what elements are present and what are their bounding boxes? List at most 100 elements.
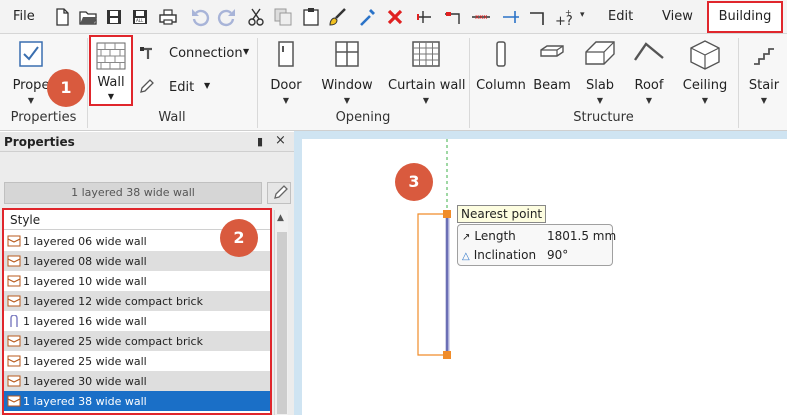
length-value[interactable]: 1801.5 mm [547,229,616,243]
stair-button-label: Stair [748,78,780,93]
undo-icon[interactable] [190,7,210,27]
chevron-down-icon: ▼ [243,47,250,56]
wall-style-icon [7,235,21,247]
style-column-label: Style [10,213,41,227]
style-list-item-label: 1 layered 38 wide wall [23,395,147,408]
snap-icon-2[interactable] [443,7,463,27]
snap-help-icon[interactable]: +? + [553,7,573,27]
beam-button-label: Beam [533,78,571,93]
length-arrow-icon: ↗ [462,232,471,243]
brush-icon[interactable] [328,7,348,27]
print-icon[interactable] [158,7,178,27]
properties-button[interactable]: Prope ▼ [8,38,54,108]
style-list-scrollbar[interactable]: ▲ [274,210,288,415]
inclination-label: Inclination [473,248,537,262]
style-list-item[interactable]: 1 layered 30 wide wall [4,371,270,391]
ceiling-button[interactable]: Ceiling ▼ [680,38,730,108]
door-icon [278,41,294,67]
window-button-label: Window [321,78,373,93]
style-list-item[interactable]: 1 layered 25 wide wall [4,351,270,371]
inclination-value[interactable]: 90° [547,248,568,262]
style-list-item-label: 1 layered 10 wide wall [23,275,147,288]
drawing-canvas[interactable] [302,139,787,415]
pin-icon[interactable]: ▮ [257,135,263,148]
snap-icon-1[interactable] [412,7,432,27]
chevron-down-icon: ▼ [701,96,709,105]
delete-icon[interactable] [385,7,405,27]
menu-edit[interactable]: Edit [608,9,633,24]
menu-file[interactable]: File [13,9,35,24]
properties-panel-header: Properties ▮ × [0,132,294,152]
scrollbar-thumb[interactable] [277,232,287,414]
style-list-item[interactable]: 1 layered 38 wide wall [4,391,270,411]
style-list-item[interactable]: 1 layered 25 wide compact brick [4,331,270,351]
curtain-wall-button-label: Curtain wall [388,78,466,93]
menu-building[interactable]: Building [707,1,783,33]
curtain-wall-button[interactable]: Curtain wall ▼ [388,38,466,108]
nearest-point-tooltip: Nearest point [457,205,547,223]
open-folder-icon[interactable] [78,7,98,27]
chevron-down-icon: ▼ [343,96,351,105]
style-list-item-label: 1 layered 08 wide wall [23,255,147,268]
wall-style-icon [7,335,21,347]
edit-wall-button[interactable]: Edit ▼ [138,77,218,97]
inclination-triangle-icon: △ [462,251,470,262]
wall-style-icon [7,255,21,267]
wall-end-handle[interactable] [443,351,451,359]
wall-style-icon [7,375,21,387]
close-icon[interactable]: × [275,133,286,148]
chevron-down-icon: ▼ [204,81,211,90]
properties-icon [19,41,43,67]
window-button[interactable]: Window ▼ [318,38,376,108]
callout-badge-2: 2 [220,219,258,257]
stair-button[interactable]: Stair ▼ [744,38,784,108]
slab-button[interactable]: Slab ▼ [578,38,622,108]
save-icon[interactable] [104,7,124,27]
snap-icon-4[interactable] [501,7,521,27]
paste-icon[interactable] [301,7,321,27]
door-button[interactable]: Door ▼ [265,38,307,108]
pencil-icon [274,185,288,199]
properties-panel-title: Properties [4,135,75,149]
pipette-icon[interactable] [357,7,377,27]
connection-button[interactable]: Connection ▼ [138,44,263,64]
group-label-opening: Opening [335,110,391,125]
svg-text:+: + [565,8,572,17]
ribbon: Prope ▼ Wall ▼ Connection ▼ Edit ▼ Door … [0,34,787,131]
chevron-down-icon: ▼ [282,96,290,105]
group-label-wall: Wall [158,110,186,125]
save-all-icon[interactable]: ALL [130,7,150,27]
ceiling-button-label: Ceiling [682,78,728,93]
beam-button[interactable]: Beam [532,38,572,98]
selected-style-field[interactable]: 1 layered 38 wide wall [4,182,262,204]
new-file-icon[interactable] [52,7,72,27]
wall-start-handle[interactable] [443,210,451,218]
roof-button[interactable]: Roof ▼ [628,38,670,108]
wall-button[interactable]: Wall ▼ [89,35,133,106]
edit-style-button[interactable] [267,182,291,204]
column-button[interactable]: Column [476,38,526,98]
style-list-item[interactable]: 1 layered 16 wide wall [4,311,270,331]
style-list-item[interactable]: 1 layered 12 wide compact brick [4,291,270,311]
scroll-up-icon[interactable]: ▲ [277,213,284,223]
menu-view[interactable]: View [662,9,693,24]
ceiling-icon [690,40,720,70]
wall-style-alt-icon [7,314,21,327]
style-list-item-label: 1 layered 06 wide wall [23,235,147,248]
connection-button-label: Connection [169,46,243,61]
toolbar-overflow-icon[interactable]: ▾ [580,10,585,20]
style-list-item[interactable]: 1 layered 10 wide wall [4,271,270,291]
redo-icon[interactable] [217,7,237,27]
callout-badge-1: 1 [47,69,85,107]
column-icon [496,41,506,67]
length-label: Length [474,229,516,243]
copy-icon[interactable] [273,7,293,27]
snap-icon-5[interactable] [528,7,548,27]
wall-style-icon [7,275,21,287]
svg-text:ALL: ALL [136,18,144,23]
curtain-wall-icon [412,41,440,67]
style-list-item-label: 1 layered 25 wide compact brick [23,335,203,348]
snap-icon-3[interactable]: xxx [471,7,491,27]
cut-icon[interactable] [246,7,266,27]
style-list-item-label: 1 layered 16 wide wall [23,315,147,328]
